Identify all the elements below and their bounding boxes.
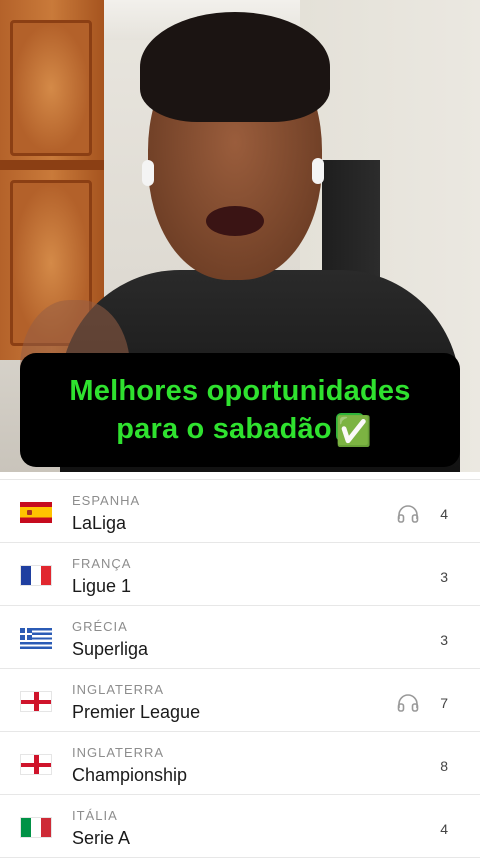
league-list: ESPANHA LaLiga 4 FRANÇA Ligue 1 3 GRÉCIA…	[0, 479, 480, 858]
country-label: FRANÇA	[72, 556, 132, 571]
earbud-icon	[142, 160, 154, 186]
england-flag-icon	[20, 754, 52, 775]
caption-line-2: para o sabadão ✅	[116, 410, 372, 448]
check-mark-icon: ✅	[335, 413, 372, 448]
earbud-icon	[312, 158, 324, 184]
headphones-icon	[397, 694, 419, 712]
match-count: 3	[440, 569, 448, 585]
league-row-championship[interactable]: INGLATERRA Championship 8	[0, 732, 480, 795]
france-flag-icon	[20, 565, 52, 586]
league-name: Serie A	[72, 828, 131, 848]
match-count: 3	[440, 632, 448, 648]
league-row-superliga[interactable]: GRÉCIA Superliga 3	[0, 606, 480, 669]
league-row-ligue-1[interactable]: FRANÇA Ligue 1 3	[0, 543, 480, 606]
person-mouth	[206, 206, 264, 236]
person-hair	[140, 12, 330, 122]
league-name: Ligue 1	[72, 576, 132, 596]
league-name: Premier League	[72, 702, 201, 722]
video-frame: Melhores oportunidades para o sabadão ✅	[0, 0, 480, 472]
italy-flag-icon	[20, 817, 52, 838]
caption-line-2-text: para o sabadão	[116, 413, 332, 445]
league-name: Superliga	[72, 639, 149, 659]
league-name: LaLiga	[72, 513, 127, 533]
wardrobe-panel	[10, 20, 92, 156]
country-label: INGLATERRA	[72, 745, 165, 760]
league-row-premier-league[interactable]: INGLATERRA Premier League 7	[0, 669, 480, 732]
caption-line-1: Melhores oportunidades	[69, 375, 411, 407]
league-name: Championship	[72, 765, 188, 785]
headphones-icon	[397, 505, 419, 523]
league-row-laliga[interactable]: ESPANHA LaLiga 4	[0, 479, 480, 543]
league-row-serie-a[interactable]: ITÁLIA Serie A 4	[0, 795, 480, 858]
england-flag-icon	[20, 691, 52, 712]
country-label: GRÉCIA	[72, 619, 128, 634]
caption-box: Melhores oportunidades para o sabadão ✅	[20, 353, 460, 467]
country-label: ITÁLIA	[72, 808, 118, 823]
match-count: 4	[440, 821, 448, 837]
country-label: ESPANHA	[72, 493, 141, 508]
greece-flag-icon	[20, 628, 52, 649]
spain-flag-icon	[20, 502, 52, 523]
match-count: 7	[440, 695, 448, 711]
wardrobe-ledge	[0, 160, 104, 170]
country-label: INGLATERRA	[72, 682, 165, 697]
match-count: 4	[440, 506, 448, 522]
match-count: 8	[440, 758, 448, 774]
